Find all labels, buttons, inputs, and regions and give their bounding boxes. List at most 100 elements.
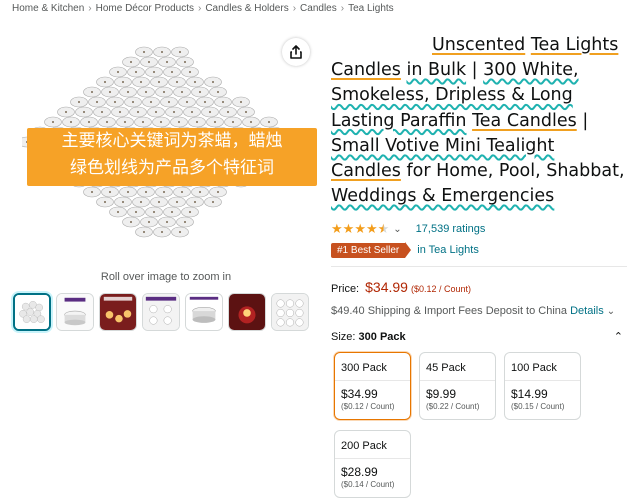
candle-wick: [199, 191, 201, 193]
size-option-name: 200 Pack: [341, 440, 387, 452]
breadcrumb-candles-holders[interactable]: Candles & Holders: [205, 3, 288, 14]
candle-wick: [52, 121, 54, 123]
chevron-down-icon[interactable]: ⌄: [607, 306, 615, 317]
candle-wick: [65, 111, 67, 113]
candle-wick: [143, 231, 145, 233]
overlay-line-1: 主要核心关键词为茶蜡，蜡烛: [61, 131, 283, 151]
breadcrumb: Home & Kitchen › Home Décor Products › Candl…: [12, 3, 394, 14]
breadcrumb-home-kitchen[interactable]: Home & Kitchen: [12, 3, 84, 14]
candle-wick: [240, 101, 242, 103]
price-value: $34.99: [365, 279, 408, 295]
candle-wick: [132, 101, 134, 103]
thumbnail-5[interactable]: [185, 293, 223, 331]
candle-wick: [163, 191, 165, 193]
breadcrumb-tea-lights[interactable]: Tea Lights: [348, 3, 394, 14]
single-candle-image: [57, 294, 93, 330]
half-star-icon: ★: [377, 221, 390, 236]
candle-wick: [173, 111, 175, 113]
share-button[interactable]: [282, 38, 310, 66]
breadcrumb-home-decor[interactable]: Home Décor Products: [96, 3, 194, 14]
size-option-name: 45 Pack: [426, 362, 466, 374]
size-option-100-pack[interactable]: 100 Pack $14.99 ($0.15 / Count): [504, 352, 581, 420]
candle-wick: [70, 121, 72, 123]
thumbnail-7[interactable]: [271, 293, 309, 331]
size-option-name: 100 Pack: [511, 362, 557, 374]
candle-wick: [161, 51, 163, 53]
candle-wick: [148, 221, 150, 223]
shipping-details-link[interactable]: Details: [570, 305, 604, 317]
size-option-200-pack[interactable]: 200 Pack $28.99 ($0.14 / Count): [334, 430, 411, 498]
size-option-300-pack[interactable]: 300 Pack $34.99 ($0.12 / Count): [334, 352, 411, 420]
candle-wick: [135, 211, 137, 213]
candle-wick: [137, 111, 139, 113]
price-row: Price: $34.99 ($0.12 / Count): [331, 279, 471, 295]
candle-wick: [204, 101, 206, 103]
ratings-count-link[interactable]: 17,539 ratings: [416, 223, 486, 235]
candle-wick: [106, 121, 108, 123]
size-option-price: $14.99: [511, 387, 548, 401]
candle-wick: [166, 61, 168, 63]
best-seller-badge[interactable]: #1 Best Seller: [331, 242, 406, 258]
thumbnail-4[interactable]: [142, 293, 180, 331]
candle-wick: [227, 111, 229, 113]
product-title: Unscented Tea Lights Candles in Bulk | 3…: [331, 33, 627, 209]
candle-wick: [96, 101, 98, 103]
chevron-up-icon[interactable]: ⌃: [614, 330, 623, 343]
candle-wick: [245, 111, 247, 113]
chevron-right-icon: ›: [292, 3, 297, 14]
candle-pile-image: [15, 295, 49, 329]
candle-wick: [109, 91, 111, 93]
divider: [331, 266, 627, 267]
title-core-keyword: Unscented: [432, 35, 526, 55]
candle-wick: [150, 101, 152, 103]
candle-wick: [124, 121, 126, 123]
candle-wick: [181, 91, 183, 93]
candle-wick: [171, 211, 173, 213]
candle-wick: [101, 111, 103, 113]
candle-wick: [130, 221, 132, 223]
title-core-keyword: Tea Candles: [472, 110, 577, 131]
size-option-price: $9.99: [426, 387, 457, 401]
chevron-right-icon: ›: [88, 3, 92, 14]
candle-wick: [91, 191, 93, 193]
candle-wick: [88, 121, 90, 123]
thumbnail-strip: [13, 293, 309, 331]
size-option-price: $34.99: [341, 387, 378, 401]
option-divider: [420, 380, 495, 381]
star-rating[interactable]: ★ ★ ★ ★ ★: [331, 222, 389, 236]
thumbnail-3[interactable]: [99, 293, 137, 331]
title-feature-keyword: Small Votive Mini Tealight: [331, 135, 555, 156]
chevron-right-icon: ›: [340, 3, 345, 14]
star-icon: ★: [342, 221, 355, 236]
candle-wick: [176, 81, 178, 83]
option-divider: [505, 380, 580, 381]
candle-package-image: [272, 294, 308, 330]
size-option-45-pack[interactable]: 45 Pack $9.99 ($0.22 / Count): [419, 352, 496, 420]
thumbnail-6[interactable]: [228, 293, 266, 331]
size-option-unit: ($0.14 / Count): [341, 480, 395, 489]
title-text: for Home, Pool, Shabbat,: [400, 161, 625, 182]
rating-row: ★ ★ ★ ★ ★ ⌄ 17,539 ratings: [331, 222, 485, 236]
size-selector-header: Size: 300 Pack ⌃: [331, 331, 623, 343]
candle-wick: [117, 71, 119, 73]
candle-wick: [196, 121, 198, 123]
candle-wick: [268, 121, 270, 123]
chevron-down-icon[interactable]: ⌄: [393, 224, 401, 235]
breadcrumb-candles[interactable]: Candles: [300, 3, 337, 14]
thumbnail-1[interactable]: [13, 293, 51, 331]
candle-wick: [109, 191, 111, 193]
candle-wick: [179, 231, 181, 233]
candle-wick: [163, 91, 165, 93]
size-selected-value: 300 Pack: [358, 331, 406, 343]
title-core-keyword: Tea Lights: [530, 35, 619, 55]
title-feature-keyword: in Bulk: [406, 60, 467, 81]
thumbnail-2[interactable]: [56, 293, 94, 331]
title-feature-keyword: 300 White,: [483, 60, 579, 81]
share-icon: [290, 45, 302, 59]
candle-wick: [209, 111, 211, 113]
candle-wick: [189, 211, 191, 213]
candle-wick: [104, 201, 106, 203]
best-seller-category-link[interactable]: in Tea Lights: [417, 244, 479, 256]
candle-wick: [130, 61, 132, 63]
candle-wick: [91, 91, 93, 93]
